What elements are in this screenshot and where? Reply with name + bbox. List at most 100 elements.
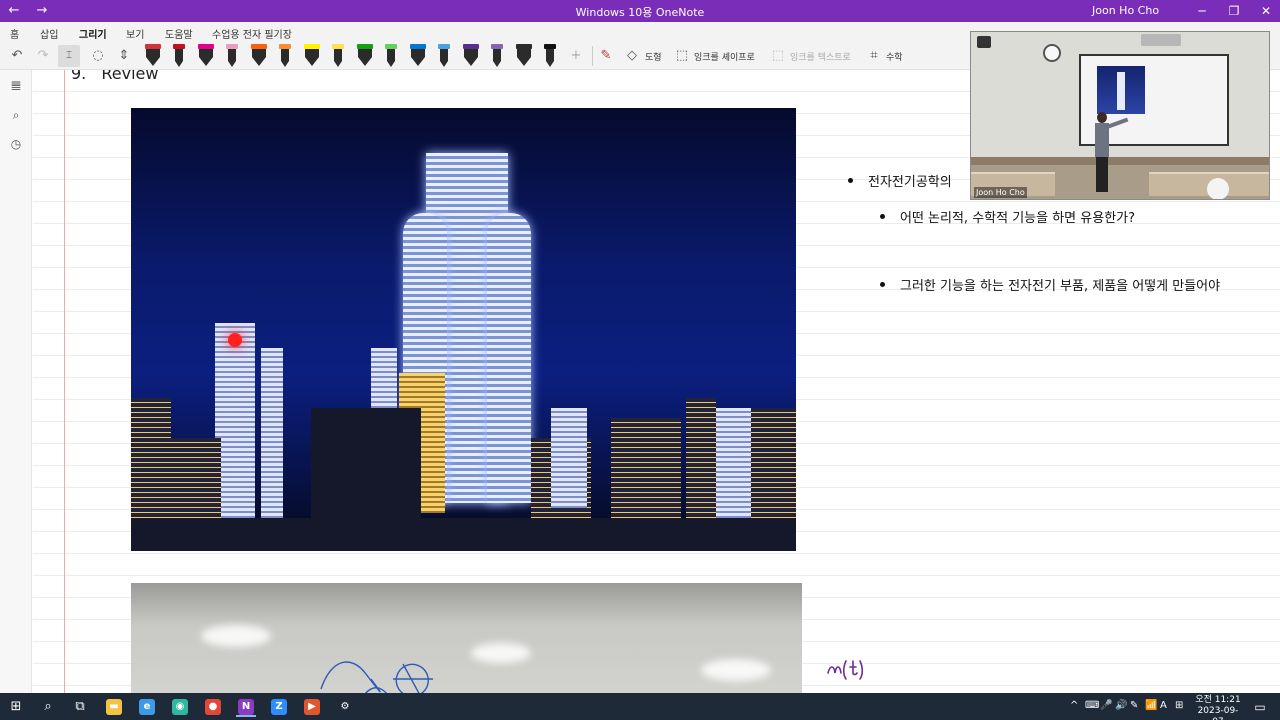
shapes-icon[interactable]: ◇ [624,48,640,64]
skyline-night-photo[interactable] [131,108,796,551]
notification-center-icon[interactable]: ▭ [1250,697,1270,717]
microphone-icon[interactable]: 🎤 [1100,700,1112,711]
close-icon[interactable]: ✕ [1256,2,1276,20]
highlighter-pen-icon[interactable] [250,44,268,68]
clock-time: 오전 11:21 [1195,695,1241,705]
shapes-button[interactable]: 도형 [645,50,662,63]
redo-icon[interactable]: ↷ [35,48,51,64]
bullet-level1[interactable]: 전자전기공학의 [848,171,952,190]
bullet-level2[interactable]: 그러한 기능을 하는 전자전기 부품, 제품을 어떻게 만들어야 [880,275,1221,294]
page-heading[interactable]: 9. Review [71,70,158,83]
bullet-dot [880,282,885,287]
highlighter-pen-icon[interactable] [197,44,215,68]
tab-class-notebook[interactable]: 수업용 전자 필기장 [212,26,292,41]
projected-tower [1117,72,1125,110]
user-name[interactable]: Joon Ho Cho [1092,4,1159,17]
pen-body [440,49,448,61]
show-hidden-icons-icon[interactable]: ^ [1070,700,1078,711]
building-lit-1 [261,348,283,528]
ballpoint-pen-icon[interactable] [542,44,558,68]
math-button[interactable]: 수학 [886,50,903,63]
highlighter-pen-icon[interactable] [409,44,427,68]
minimize-icon[interactable]: ─ [1192,2,1212,20]
add-pen-icon[interactable]: + [568,48,584,64]
pen-tip [228,61,236,67]
highlighter-pen-icon[interactable] [303,44,321,68]
add-space-icon[interactable]: ⇕ [116,48,132,64]
highlighter-pen-icon[interactable] [515,44,533,68]
lasso-select-icon[interactable]: ◌ [90,48,106,64]
math-icon[interactable]: ⌗ [866,48,882,64]
handwritten-ink-note[interactable] [826,653,886,681]
notebooks-icon[interactable]: 𝍤 [8,78,24,94]
ballpoint-pen-icon[interactable] [436,44,452,68]
ime-icon[interactable]: ⊞ [1175,700,1183,711]
pen-tip [464,57,478,66]
ballpoint-pen-icon[interactable] [224,44,240,68]
projector-icon [1141,34,1181,46]
settings-icon[interactable]: ⚙ [335,697,355,717]
building-right-lit [714,408,754,528]
cursor-icon: ⌶ [66,50,72,61]
onenote-glyph: N [238,698,254,715]
maximize-icon[interactable]: ❐ [1224,2,1244,20]
edge-legacy-icon[interactable]: e [137,697,157,717]
network-icon[interactable]: 📶 [1145,700,1157,711]
task-view-icon[interactable]: ⧉ [70,697,90,717]
onenote-icon[interactable]: N [236,697,256,717]
highlighter-pen-icon[interactable] [144,44,162,68]
light-glare [701,659,771,681]
highlighter-pen-icon[interactable] [356,44,374,68]
participant-name-label: Joon Ho Cho [974,187,1027,198]
ballpoint-pen-icon[interactable] [489,44,505,68]
ballpoint-pen-icon[interactable] [277,44,293,68]
pen-body [493,49,501,61]
ballpoint-pen-icon[interactable] [383,44,399,68]
tab-home[interactable]: 홈 [10,26,19,41]
keyboard-icon[interactable]: ⌨ [1085,700,1099,711]
tab-view[interactable]: 보기 [126,26,144,41]
title-bar: ← → Windows 10용 OneNote Joon Ho Cho ─ ❐ … [0,0,1280,22]
building-mid-lit [551,408,587,508]
search-icon[interactable]: ⌕ [8,107,24,123]
video-conference-feed[interactable]: Joon Ho Cho [970,31,1270,200]
pen-body [199,49,213,57]
whiteboard-scribbles [320,661,433,693]
undo-icon[interactable]: ↶ [9,48,25,64]
bullet-level2[interactable]: 어떤 논리적, 수학적 기능을 하면 유용한가? [880,207,1135,226]
page-margin-line [64,70,65,693]
whiteboard-photo[interactable] [131,583,802,693]
file-explorer-icon[interactable]: ▬ [104,697,124,717]
font-input-icon[interactable]: A [1160,700,1167,711]
petronas-tower-right [487,213,531,503]
pen-body [546,49,554,61]
pen-workspace-icon[interactable]: ✎ [1130,700,1138,711]
search-icon[interactable]: ⌕ [38,697,58,717]
pen-tip [146,57,160,66]
edge-icon[interactable]: ◉ [170,697,190,717]
pen-body [517,49,531,57]
media-app-icon[interactable]: ▶ [302,697,322,717]
chrome-icon[interactable]: ● [203,697,223,717]
ballpoint-pen-icon[interactable] [330,44,346,68]
zoom-icon[interactable]: Z [269,697,289,717]
ballpoint-pen-icon[interactable] [171,44,187,68]
volume-icon[interactable]: 🔊 [1115,700,1127,711]
pen-body [281,49,289,61]
start-button-icon[interactable]: ⊞ [6,697,26,717]
bullet-text: 그러한 기능을 하는 전자전기 부품, 제품을 어떻게 만들어야 [900,279,1221,294]
pen-body [228,49,236,61]
ink-replay-icon[interactable]: ✎ [598,48,614,64]
ink-to-shape-icon[interactable]: ⬚ [674,48,690,64]
taskbar-clock[interactable]: 오전 11:21 2023-09-07 [1192,695,1244,720]
pen-tip [517,57,531,66]
highlighter-pen-icon[interactable] [462,44,480,68]
ink-to-text-icon[interactable]: ⬚ [770,48,786,64]
camera-icon[interactable] [977,36,991,48]
pen-body [387,49,395,61]
tab-insert[interactable]: 삽입 [40,26,58,41]
ink-to-text-button[interactable]: 잉크를 텍스트로 [790,50,851,63]
ink-to-shape-button[interactable]: 잉크를 셰이프로 [694,50,755,63]
recent-notes-icon[interactable]: ◷ [8,136,24,152]
tab-help[interactable]: 도움말 [165,26,193,41]
